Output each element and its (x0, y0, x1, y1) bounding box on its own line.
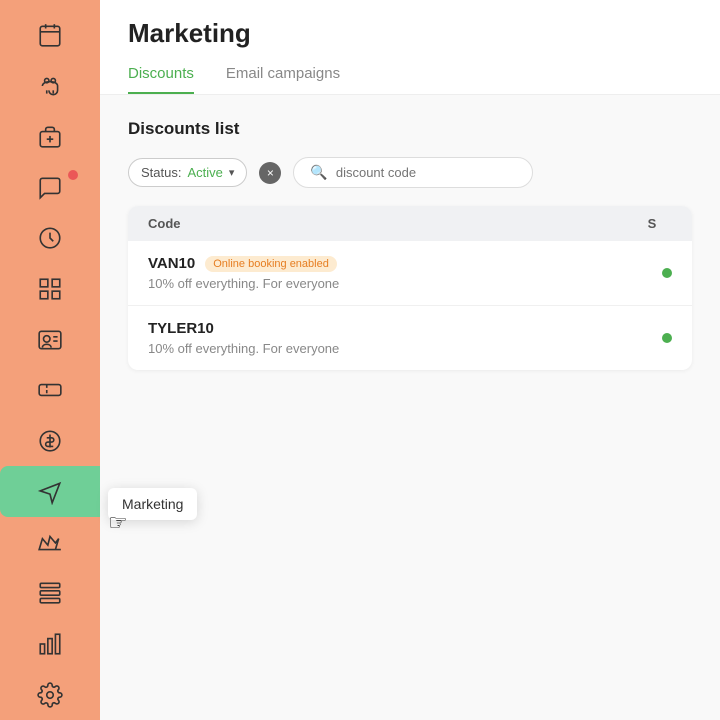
sidebar-item-finance[interactable] (0, 416, 100, 467)
clear-filter-button[interactable]: × (259, 162, 281, 184)
clock-icon (37, 225, 63, 251)
table-row[interactable]: VAN10 Online booking enabled 10% off eve… (128, 241, 692, 306)
filters-row: Status: Active ▾ × 🔍 (128, 157, 692, 188)
status-filter[interactable]: Status: Active ▾ (128, 158, 247, 187)
box-icon (37, 124, 63, 150)
settings2-icon (37, 580, 63, 606)
sidebar: Marketing ☞ (0, 0, 100, 720)
col-header-code: Code (148, 216, 632, 231)
row-left: TYLER10 10% off everything. For everyone (148, 320, 662, 356)
sidebar-tooltip: Marketing (108, 488, 197, 520)
gear-icon (37, 682, 63, 708)
row-left: VAN10 Online booking enabled 10% off eve… (148, 255, 662, 291)
tab-email-campaigns[interactable]: Email campaigns (226, 65, 340, 94)
row-description: 10% off everything. For everyone (148, 341, 662, 356)
dollar-icon (37, 428, 63, 454)
crown-icon (37, 530, 63, 556)
row-code: TYLER10 (148, 320, 662, 337)
status-dot (662, 268, 672, 278)
contact-icon (37, 327, 63, 353)
tab-discounts[interactable]: Discounts (128, 65, 194, 94)
sidebar-item-chat[interactable] (0, 162, 100, 213)
sidebar-item-shop[interactable] (0, 111, 100, 162)
sidebar-item-loyalty[interactable] (0, 517, 100, 568)
coupon-icon (37, 377, 63, 403)
sidebar-item-settings2[interactable] (0, 568, 100, 619)
sidebar-item-gear[interactable] (0, 669, 100, 720)
sidebar-item-analytics[interactable] (0, 619, 100, 670)
tabs: Discounts Email campaigns (128, 65, 692, 94)
sidebar-item-contact[interactable] (0, 314, 100, 365)
row-description: 10% off everything. For everyone (148, 276, 662, 291)
discount-code: TYLER10 (148, 320, 214, 337)
content-area: Discounts list Status: Active ▾ × 🔍 Code… (100, 95, 720, 720)
row-code: VAN10 Online booking enabled (148, 255, 662, 272)
filter-value: Active (187, 165, 222, 180)
dog-icon (37, 73, 63, 99)
calendar-icon (37, 22, 63, 48)
sidebar-item-grid[interactable] (0, 264, 100, 315)
col-header-status: S (632, 216, 672, 231)
marketing-icon (37, 479, 63, 505)
search-input[interactable] (336, 165, 516, 180)
sidebar-item-clock[interactable] (0, 213, 100, 264)
status-dot (662, 333, 672, 343)
grid-icon (37, 276, 63, 302)
chat-badge (68, 170, 78, 180)
filter-label: Status: (141, 165, 181, 180)
sidebar-item-calendar[interactable] (0, 10, 100, 61)
page-title: Marketing (128, 18, 692, 49)
discount-code: VAN10 (148, 255, 195, 272)
table-header: Code S (128, 206, 692, 241)
header: Marketing Discounts Email campaigns (100, 0, 720, 95)
main-content: Marketing Discounts Email campaigns Disc… (100, 0, 720, 720)
discounts-table: Code S VAN10 Online booking enabled 10% … (128, 206, 692, 370)
sidebar-item-pet[interactable] (0, 61, 100, 112)
sidebar-item-coupon[interactable] (0, 365, 100, 416)
search-box[interactable]: 🔍 (293, 157, 532, 188)
chat-icon (37, 175, 63, 201)
chart-icon (37, 631, 63, 657)
online-booking-tag: Online booking enabled (205, 256, 337, 272)
chevron-down-icon: ▾ (229, 166, 235, 179)
search-icon: 🔍 (310, 164, 327, 181)
table-row[interactable]: TYLER10 10% off everything. For everyone (128, 306, 692, 370)
sidebar-item-marketing[interactable] (0, 466, 100, 517)
section-title: Discounts list (128, 119, 692, 139)
